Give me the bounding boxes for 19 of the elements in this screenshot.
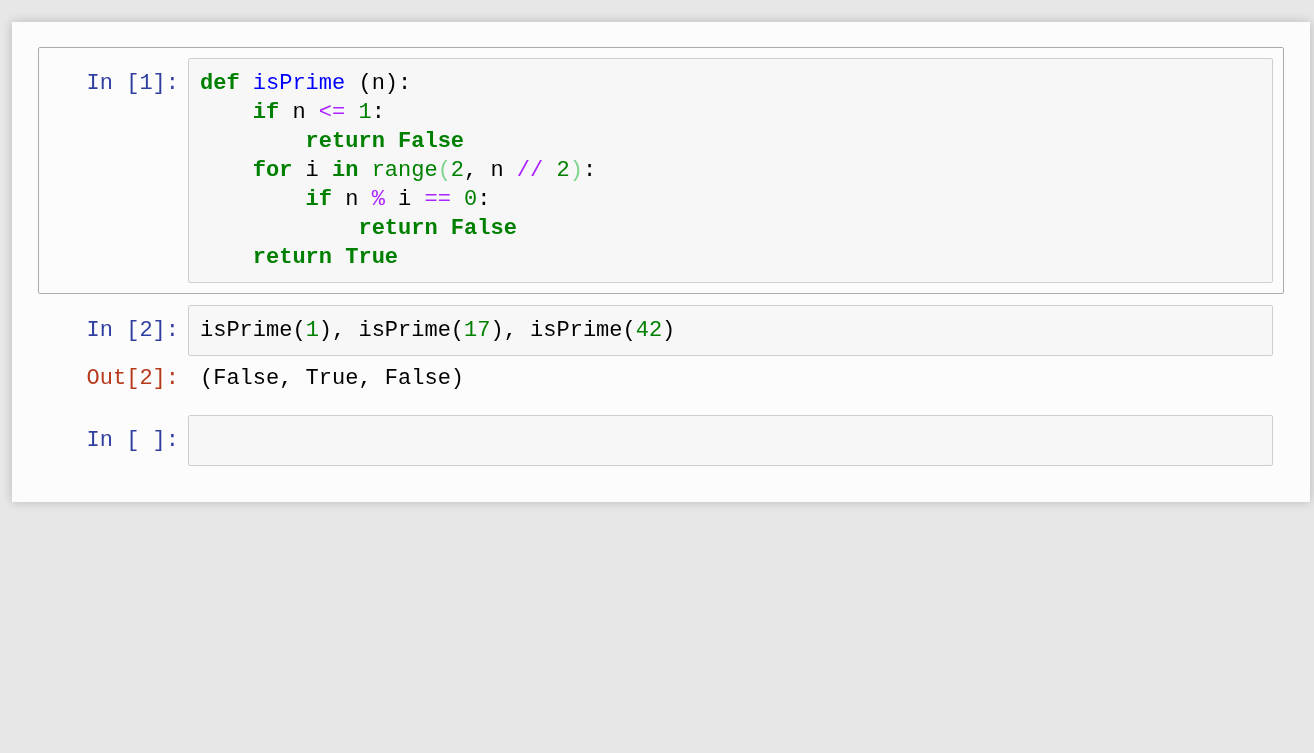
code-input-area[interactable]: def isPrime (n): if n <= 1: return False for i in range(2, n // 2): if n % i == 0: return False return True	[188, 58, 1273, 283]
code-line: return False	[304, 128, 465, 156]
notebook-cell[interactable]: In [ ]:	[38, 404, 1284, 477]
code-line: isPrime(1), isPrime(17), isPrime(42)	[200, 317, 676, 345]
notebook-cell[interactable]: In [2]: isPrime(1), isPrime(17), isPrime(42) Out[2]: (False, True, False)	[38, 294, 1284, 404]
code-line: for i in range(2, n // 2):	[251, 157, 597, 185]
input-prompt: In [2]:	[85, 317, 180, 345]
input-prompt: In [ ]:	[85, 427, 180, 455]
code-line: return True	[251, 244, 399, 272]
output-prompt: Out[2]:	[85, 365, 180, 393]
code-line: return False	[357, 215, 517, 243]
output-text: (False, True, False)	[199, 365, 466, 393]
code-input-area[interactable]	[188, 415, 1273, 466]
code-line: if n <= 1:	[251, 99, 385, 127]
code-input-area[interactable]: isPrime(1), isPrime(17), isPrime(42)	[188, 305, 1273, 356]
code-line: def isPrime (n):	[200, 70, 412, 98]
code-line: if n % i == 0:	[304, 186, 491, 214]
input-prompt: In [1]:	[85, 70, 180, 98]
notebook-cell[interactable]: In [1]: def isPrime (n): if n <= 1: return False for i in range(2, n // 2): if n % i == 0: return False return True	[38, 47, 1284, 294]
